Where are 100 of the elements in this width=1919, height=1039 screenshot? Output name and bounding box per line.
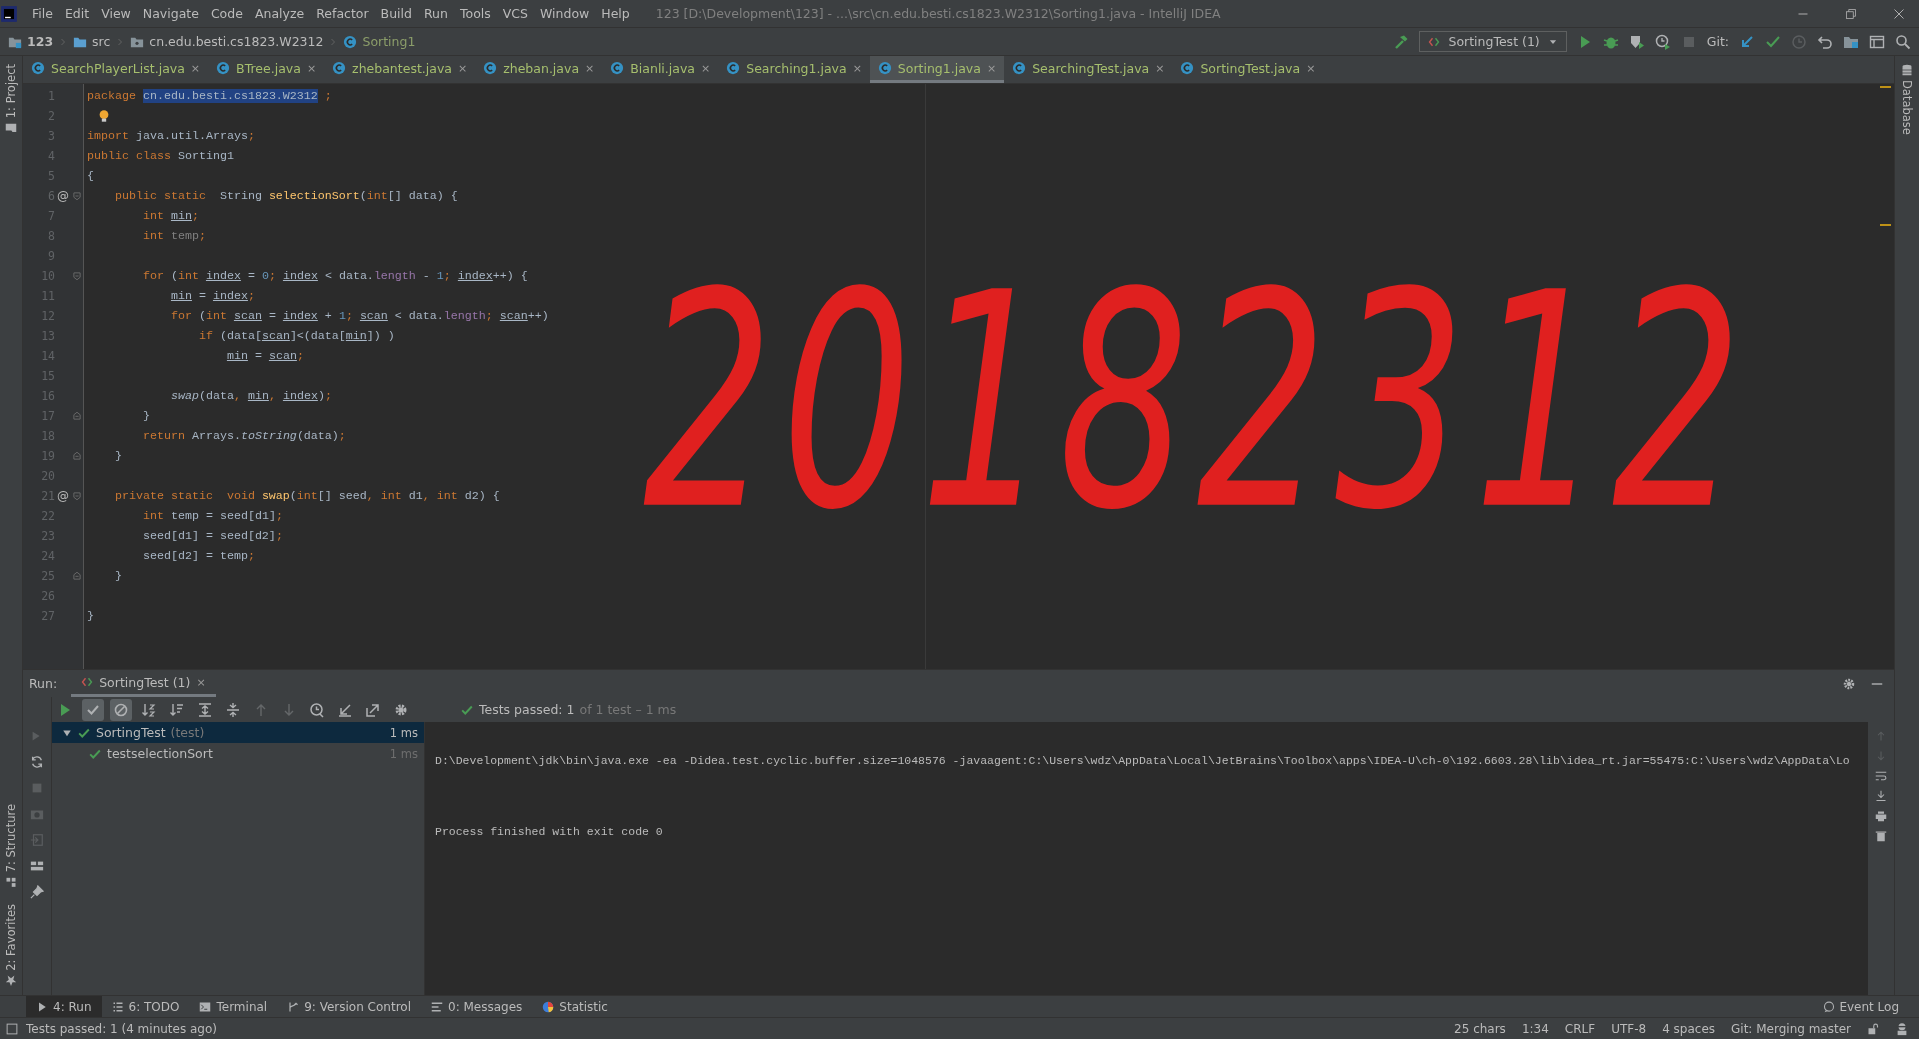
tool-window-button[interactable]: 2: Favorites	[4, 896, 18, 995]
close-tab-button[interactable]: ×	[701, 61, 711, 75]
editor-tab[interactable]: zhebantest.java ×	[324, 56, 476, 83]
status-item[interactable]: CRLF	[1564, 1021, 1596, 1036]
fold-icon[interactable]	[72, 191, 82, 201]
event-log-button[interactable]: Event Log	[1823, 999, 1919, 1014]
menu-item[interactable]: Tools	[453, 6, 497, 21]
settings-icon[interactable]	[1842, 676, 1856, 691]
refresh-icon[interactable]	[30, 755, 44, 769]
close-tab-button[interactable]: ×	[457, 61, 468, 75]
status-item[interactable]: 4 spaces	[1662, 1021, 1716, 1036]
hammer-icon[interactable]	[1393, 33, 1410, 50]
ignore-icon[interactable]	[113, 701, 129, 718]
editor-tab[interactable]: Bianli.java ×	[602, 56, 719, 83]
layout-icon[interactable]	[30, 859, 44, 873]
tool-window-button[interactable]: 6: TODO	[101, 996, 190, 1017]
override-marker[interactable]: @	[57, 489, 69, 503]
undo-icon[interactable]	[1817, 33, 1833, 50]
code-line: }	[141, 409, 150, 423]
tool-window-button[interactable]: Statistic	[532, 996, 618, 1017]
fold-icon[interactable]	[72, 571, 82, 581]
trash-icon[interactable]	[1875, 830, 1887, 842]
menu-item[interactable]: File	[26, 6, 59, 21]
fold-icon[interactable]	[72, 271, 82, 281]
test-name: testselectionSort	[107, 746, 213, 761]
editor-tab[interactable]: zheban.java ×	[475, 56, 603, 83]
sort-alphabetical-icon[interactable]	[141, 701, 157, 718]
close-tab-button[interactable]: ×	[986, 61, 997, 75]
menu-item[interactable]: VCS	[496, 6, 534, 21]
menu-item[interactable]: Run	[418, 6, 454, 21]
lock-icon[interactable]	[1867, 1022, 1879, 1035]
editor-tab[interactable]: SearchingTest.java ×	[1004, 56, 1173, 83]
expand-all-icon[interactable]	[197, 701, 213, 718]
pin-icon[interactable]	[30, 885, 44, 899]
scroll-to-end-icon[interactable]	[1875, 790, 1887, 802]
code-line: min = index;	[169, 289, 255, 303]
close-tab-button[interactable]: ×	[585, 61, 595, 75]
database-icon	[1901, 64, 1913, 76]
history-icon[interactable]	[309, 701, 325, 718]
tool-window-button[interactable]: Database	[1900, 56, 1914, 143]
collapse-all-icon[interactable]	[225, 701, 241, 718]
status-item[interactable]: Git: Merging master	[1731, 1021, 1851, 1036]
print-icon[interactable]	[1875, 810, 1887, 822]
clock-run-icon[interactable]	[1654, 33, 1671, 50]
shield-run-icon[interactable]	[1628, 33, 1645, 50]
export-icon[interactable]	[365, 701, 381, 718]
menu-item[interactable]: Edit	[58, 6, 96, 21]
breadcrumb[interactable]: cn.edu.besti.cs1823.W2312	[149, 34, 324, 49]
menu-item[interactable]: Window	[534, 6, 596, 21]
editor-tab[interactable]: SortingTest.java ×	[1172, 56, 1324, 83]
update-arrow-icon[interactable]	[1739, 33, 1755, 50]
tool-window-button[interactable]: 0: Messages	[421, 996, 533, 1017]
test-tree-row[interactable]: SortingTest (test) 1 ms	[52, 722, 424, 743]
status-item[interactable]: UTF-8	[1611, 1021, 1647, 1036]
status-item[interactable]: 1:34	[1521, 1021, 1549, 1036]
tool-window-button[interactable]: Terminal	[189, 996, 278, 1017]
breadcrumb[interactable]: Sorting1	[362, 34, 416, 49]
editor-tab[interactable]: SearchPlayerList.java ×	[23, 56, 209, 83]
close-tab-button[interactable]: ×	[196, 675, 206, 689]
tool-window-button[interactable]: 7: Structure	[4, 795, 18, 897]
close-icon[interactable]	[1893, 7, 1905, 20]
panel-toggle-icon[interactable]	[6, 1022, 18, 1035]
run-configuration-dropdown[interactable]: SortingTest (1)	[1419, 31, 1567, 52]
menu-item[interactable]: Help	[595, 6, 636, 21]
tool-window-button[interactable]: 1: Project	[4, 56, 18, 143]
menu-item[interactable]: Navigate	[136, 6, 205, 21]
restore-icon[interactable]	[1845, 7, 1857, 20]
fold-icon[interactable]	[72, 451, 82, 461]
lightbulb-icon[interactable]	[97, 109, 111, 123]
close-tab-button[interactable]: ×	[1155, 61, 1165, 75]
sort-duration-icon[interactable]	[169, 701, 185, 718]
editor-tab[interactable]: Sorting1.java ×	[869, 56, 1005, 83]
tool-window-button[interactable]: 4: Run	[26, 996, 102, 1017]
override-marker[interactable]: @	[57, 189, 69, 203]
menu-item[interactable]: Build	[374, 6, 418, 21]
pie-icon	[542, 1000, 555, 1013]
menu-item[interactable]: View	[95, 6, 137, 21]
menu-item[interactable]: Refactor	[310, 6, 375, 21]
close-tab-button[interactable]: ×	[190, 61, 201, 75]
fold-icon[interactable]	[72, 491, 82, 501]
status-item[interactable]: 25 chars	[1454, 1021, 1506, 1036]
breadcrumb[interactable]: src	[92, 34, 111, 49]
tool-window-button[interactable]: 9: Version Control	[277, 996, 421, 1017]
menu-item[interactable]: Code	[204, 6, 249, 21]
close-tab-button[interactable]: ×	[1306, 61, 1316, 75]
menu-item[interactable]: Analyze	[248, 6, 311, 21]
fold-icon[interactable]	[72, 411, 82, 421]
breadcrumb[interactable]: 123	[27, 34, 54, 49]
close-tab-button[interactable]: ×	[852, 61, 862, 75]
close-tab-button[interactable]: ×	[306, 61, 317, 75]
window-icon[interactable]	[1869, 33, 1885, 50]
editor-tab[interactable]: BTree.java ×	[208, 56, 325, 83]
editor-tab[interactable]: Searching1.java ×	[718, 56, 870, 83]
code-line: package cn.edu.besti.cs1823.W2312 ;	[87, 89, 332, 103]
soft-wrap-icon[interactable]	[1875, 770, 1887, 782]
import-icon[interactable]	[337, 701, 353, 718]
class-icon	[31, 61, 45, 75]
search-icon[interactable]	[1895, 33, 1911, 50]
class-icon	[343, 34, 358, 49]
run-tab[interactable]: SortingTest (1) ×	[71, 670, 216, 697]
